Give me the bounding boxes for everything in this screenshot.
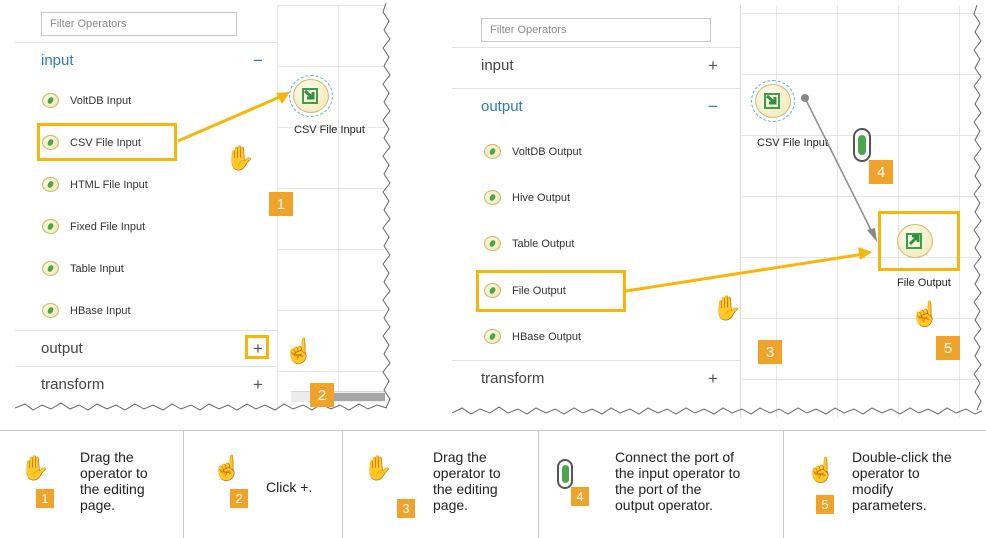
input-operator-icon	[764, 93, 780, 109]
step-text: Double-click the operator to modify para…	[852, 449, 952, 513]
legend-step-4: 4 Connect the port of the input operator…	[539, 431, 784, 538]
expand-icon[interactable]: +	[704, 56, 722, 76]
collapse-icon[interactable]: −	[249, 51, 267, 71]
operator-icon	[42, 93, 59, 108]
pointer-hand-icon: ☝	[806, 457, 836, 484]
left-screenshot-panel: Filter Operators input − VoltDB Input CS…	[15, 5, 385, 407]
operator-icon	[42, 219, 59, 234]
csv-file-input-node[interactable]	[751, 80, 795, 122]
filter-operators-input[interactable]: Filter Operators	[481, 18, 711, 42]
torn-edge	[452, 406, 982, 415]
highlight-output-expand	[245, 335, 269, 359]
group-label: output	[481, 98, 523, 115]
operator-hbase-output[interactable]: HBase Output	[484, 329, 581, 344]
step-badge-2: 2	[310, 383, 334, 407]
pointer-hand-icon: ☝	[212, 455, 242, 482]
node-label: File Output	[897, 277, 951, 289]
group-input[interactable]: input +	[452, 47, 740, 83]
operator-label: Table Output	[512, 237, 575, 250]
group-input[interactable]: input −	[15, 42, 277, 78]
step-text: Connect the port of the input operator t…	[615, 449, 741, 513]
port-icon	[853, 128, 871, 162]
operator-hbase-input[interactable]: HBase Input	[42, 303, 131, 318]
pointer-hand-icon: ☝	[910, 301, 940, 328]
grab-hand-icon: ✋	[225, 145, 255, 172]
legend-step-2: ☝ 2 Click +.	[184, 431, 343, 538]
operator-label: Fixed File Input	[70, 220, 146, 233]
operator-icon	[484, 236, 501, 251]
operator-list: Filter Operators input − VoltDB Input CS…	[15, 5, 277, 407]
group-label: transform	[41, 376, 105, 393]
step-badge-5: 5	[936, 336, 960, 360]
operator-label: VoltDB Output	[512, 145, 582, 158]
step-badge-3: 3	[758, 340, 782, 364]
filter-operators-input[interactable]: Filter Operators	[41, 12, 237, 36]
operator-icon	[42, 177, 59, 192]
legend-step-5: ☝ 5 Double-click the operator to modify …	[784, 431, 986, 538]
operator-icon	[42, 303, 59, 318]
operator-label: Table Input	[70, 262, 124, 275]
step-badge: 1	[36, 489, 54, 508]
group-label: input	[41, 52, 74, 69]
group-label: transform	[481, 370, 545, 387]
collapse-icon[interactable]: −	[704, 97, 722, 117]
step-text: Drag the operator to the editing page.	[433, 449, 501, 513]
grab-hand-icon: ✋	[20, 455, 50, 482]
expand-icon[interactable]: +	[704, 369, 722, 389]
file-output-node[interactable]	[897, 224, 933, 258]
port-icon	[557, 459, 573, 489]
step-badge: 4	[571, 487, 589, 506]
output-operator-icon	[906, 233, 922, 249]
operator-table-input[interactable]: Table Input	[42, 261, 124, 276]
operator-icon	[484, 329, 501, 344]
pointer-hand-icon: ☝	[284, 338, 314, 365]
operator-icon	[42, 261, 59, 276]
torn-edge	[973, 5, 982, 410]
operator-hive-output[interactable]: Hive Output	[484, 190, 570, 205]
step-text: Click +.	[266, 479, 313, 495]
drag-arrow	[177, 92, 290, 143]
operator-label: HTML File Input	[70, 178, 148, 191]
drag-arrow	[625, 247, 872, 293]
grab-hand-icon: ✋	[712, 295, 742, 322]
operator-html-file-input[interactable]: HTML File Input	[42, 177, 148, 192]
operator-label: HBase Input	[70, 304, 131, 317]
group-transform[interactable]: transform +	[15, 366, 277, 402]
expand-icon[interactable]: +	[249, 375, 267, 395]
step-badge-1: 1	[269, 192, 293, 216]
group-transform[interactable]: transform +	[452, 360, 740, 396]
operator-label: Hive Output	[512, 191, 571, 204]
highlight-file-output	[476, 270, 626, 312]
group-output[interactable]: output +	[15, 330, 277, 366]
csv-file-input-node[interactable]	[289, 75, 333, 117]
legend-step-3: ✋ 3 Drag the operator to the editing pag…	[343, 431, 539, 538]
step-badge: 3	[397, 499, 415, 518]
node-label: CSV File Input	[294, 124, 365, 136]
step-badge: 5	[816, 495, 834, 514]
operator-icon	[484, 190, 501, 205]
operator-icon	[484, 144, 501, 159]
grab-hand-icon: ✋	[363, 455, 393, 482]
operator-fixed-file-input[interactable]: Fixed File Input	[42, 219, 145, 234]
instructions-legend: ✋ 1 Drag the operator to the editing pag…	[0, 430, 986, 538]
group-output[interactable]: output −	[452, 88, 740, 124]
operator-voltdb-input[interactable]: VoltDB Input	[42, 93, 131, 108]
operator-label: VoltDB Input	[70, 94, 132, 107]
highlight-csv-file-input	[37, 123, 177, 161]
input-operator-icon	[302, 88, 318, 104]
step-badge-4: 4	[869, 160, 893, 184]
group-label: output	[41, 340, 83, 357]
operator-list: Filter Operators input + output − VoltDB…	[452, 5, 740, 418]
operator-table-output[interactable]: Table Output	[484, 236, 574, 251]
torn-edge	[382, 3, 391, 409]
step-text: Drag the operator to the editing page.	[80, 449, 148, 513]
operator-voltdb-output[interactable]: VoltDB Output	[484, 144, 582, 159]
group-label: input	[481, 57, 514, 74]
operator-label: HBase Output	[512, 330, 582, 343]
step-badge: 2	[230, 489, 248, 508]
legend-step-1: ✋ 1 Drag the operator to the editing pag…	[0, 431, 184, 538]
